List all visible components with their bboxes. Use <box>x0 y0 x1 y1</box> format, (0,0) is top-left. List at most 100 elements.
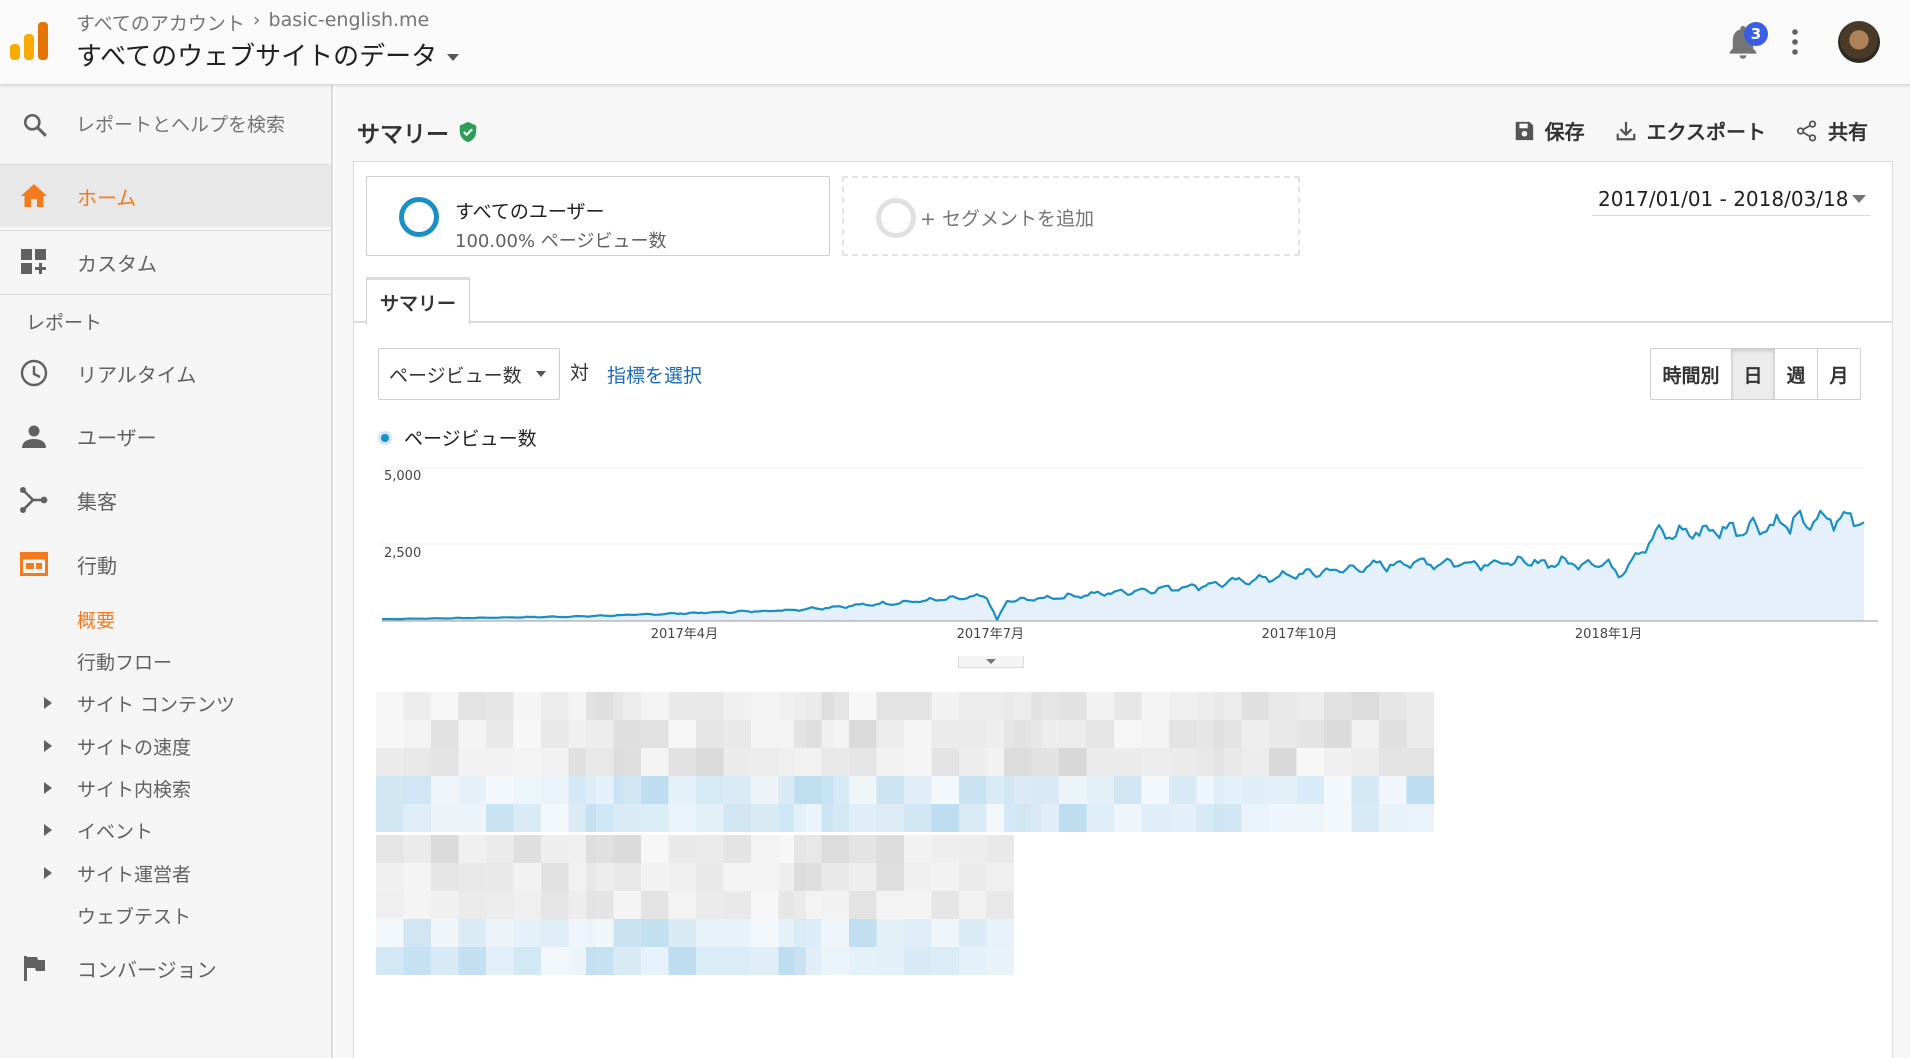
breadcrumb-property[interactable]: basic-english.me <box>269 9 430 36</box>
pixelated-block <box>794 692 822 720</box>
pixelated-block <box>904 776 932 804</box>
pixelated-block <box>959 835 987 863</box>
pixelated-block <box>723 720 751 748</box>
sidebar-item-label: ホーム <box>77 185 137 210</box>
granularity-week[interactable]: 週 <box>1774 349 1817 399</box>
pixelated-block <box>849 863 877 891</box>
expand-arrow-icon[interactable] <box>44 867 52 879</box>
breadcrumb-account[interactable]: すべてのアカウント <box>76 9 245 36</box>
pixelated-block <box>541 835 569 863</box>
pixelated-block <box>586 863 614 891</box>
sidebar-subitem-publisher[interactable]: サイト運営者 <box>0 853 331 893</box>
pixelated-block <box>1296 720 1324 748</box>
sidebar-subitem-site-search[interactable]: サイト内検索 <box>0 768 331 808</box>
search-input[interactable] <box>76 107 294 143</box>
pixelated-block <box>668 835 696 863</box>
sidebar-subitem-events[interactable]: イベント <box>0 810 331 850</box>
sidebar-subitem-site-content[interactable]: サイト コンテンツ <box>0 683 331 723</box>
sidebar-subitem-experiments[interactable]: ウェブテスト <box>0 895 331 935</box>
pixelated-block <box>849 692 877 720</box>
sidebar-item-label: ユーザー <box>77 425 157 450</box>
sidebar-item-home[interactable]: ホーム <box>0 165 331 227</box>
pixelated-block <box>1214 720 1242 748</box>
pixelated-block <box>431 692 459 720</box>
expand-arrow-icon[interactable] <box>44 740 52 752</box>
pixelated-block <box>904 804 932 832</box>
sidebar-item-label: リアルタイム <box>77 362 197 387</box>
pixelated-block <box>668 919 696 947</box>
sidebar-subitem-label: サイトの速度 <box>77 736 192 759</box>
sidebar-item-acquisition[interactable]: 集客 <box>0 469 331 531</box>
pixelated-block <box>668 891 696 919</box>
pixelated-block <box>1406 804 1434 832</box>
pixelated-block <box>821 863 849 891</box>
pixelated-block <box>751 835 779 863</box>
expand-arrow-icon[interactable] <box>44 697 52 709</box>
sidebar-subitem-site-speed[interactable]: サイトの速度 <box>0 726 331 766</box>
pixelated-block <box>613 720 641 748</box>
pixelated-block <box>376 891 404 919</box>
export-label: エクスポート <box>1646 120 1766 144</box>
pageviews-chart[interactable]: 5,000 2,500 2017年4月 2017年7月 2017年10月 2018年1… <box>354 447 1894 657</box>
pixelated-block <box>486 748 514 776</box>
pixelated-block <box>931 748 959 776</box>
sidebar-item-users[interactable]: ユーザー <box>0 405 331 467</box>
share-label: 共有 <box>1828 120 1868 144</box>
segment-all-users[interactable]: すべてのユーザー 100.00% ページビュー数 <box>366 176 830 256</box>
pixelated-block <box>1241 692 1269 720</box>
export-button[interactable]: エクスポート <box>1615 116 1766 145</box>
sidebar-search <box>0 85 331 165</box>
sidebar-item-realtime[interactable]: リアルタイム <box>0 342 331 404</box>
pixelated-block <box>849 835 877 863</box>
sidebar-item-custom[interactable]: カスタム <box>0 231 331 293</box>
pixelated-block <box>794 891 822 919</box>
tab-summary[interactable]: サマリー <box>366 277 470 325</box>
pixelated-block <box>1086 692 1114 720</box>
pixelated-block <box>613 947 641 975</box>
pixelated-block <box>959 720 987 748</box>
select-metric-link[interactable]: 指標を選択 <box>607 361 702 388</box>
analytics-logo[interactable] <box>10 22 48 60</box>
app-header: すべてのアカウント › basic-english.me すべてのウェブサイトの… <box>0 0 1910 85</box>
breadcrumb-separator: › <box>252 9 261 31</box>
granularity-month[interactable]: 月 <box>1817 349 1860 399</box>
expand-arrow-icon[interactable] <box>44 824 52 836</box>
pixelated-block <box>1059 720 1087 748</box>
pixelated-block <box>723 863 751 891</box>
save-button[interactable]: 保存 <box>1513 116 1585 145</box>
pixelated-block <box>904 748 932 776</box>
pixelated-block <box>641 947 669 975</box>
pixelated-block <box>904 863 932 891</box>
sidebar-subitem-flow[interactable]: 行動フロー <box>0 641 331 681</box>
pixelated-block <box>1324 748 1352 776</box>
pixelated-block <box>849 804 877 832</box>
pixelated-block <box>613 919 641 947</box>
sidebar-item-conversions[interactable]: コンバージョン <box>0 937 331 999</box>
page-title-text: サマリー <box>357 122 449 148</box>
more-vert-icon[interactable] <box>1792 28 1798 56</box>
view-selector[interactable]: すべてのウェブサイトのデータ <box>76 36 460 73</box>
pixelated-block <box>876 947 904 975</box>
date-range-selector[interactable]: 2017/01/01 - 2018/03/18 <box>1592 182 1870 216</box>
pixelated-block <box>1214 776 1242 804</box>
metric-dropdown[interactable]: ページビュー数 <box>378 348 560 400</box>
pixelated-block <box>1114 720 1142 748</box>
breadcrumb[interactable]: すべてのアカウント › basic-english.me <box>76 9 429 36</box>
reports-section-label: レポート <box>26 312 103 334</box>
add-segment-button[interactable]: + セグメントを追加 <box>842 176 1300 256</box>
pixelated-block <box>723 919 751 947</box>
chart-collapse-handle[interactable] <box>958 656 1024 668</box>
pixelated-block <box>1114 776 1142 804</box>
pixelated-block <box>794 720 822 748</box>
sidebar-item-behavior[interactable]: 行動 <box>0 533 331 595</box>
granularity-hourly[interactable]: 時間別 <box>1651 349 1731 399</box>
user-avatar[interactable] <box>1838 21 1880 63</box>
pixelated-block <box>931 692 959 720</box>
granularity-day[interactable]: 日 <box>1731 349 1774 399</box>
pixelated-block <box>513 804 541 832</box>
share-button[interactable]: 共有 <box>1796 116 1868 145</box>
pixelated-block <box>1379 804 1407 832</box>
sidebar-subitem-overview[interactable]: 概要 <box>0 599 331 639</box>
expand-arrow-icon[interactable] <box>44 782 52 794</box>
pixelated-block <box>723 947 751 975</box>
